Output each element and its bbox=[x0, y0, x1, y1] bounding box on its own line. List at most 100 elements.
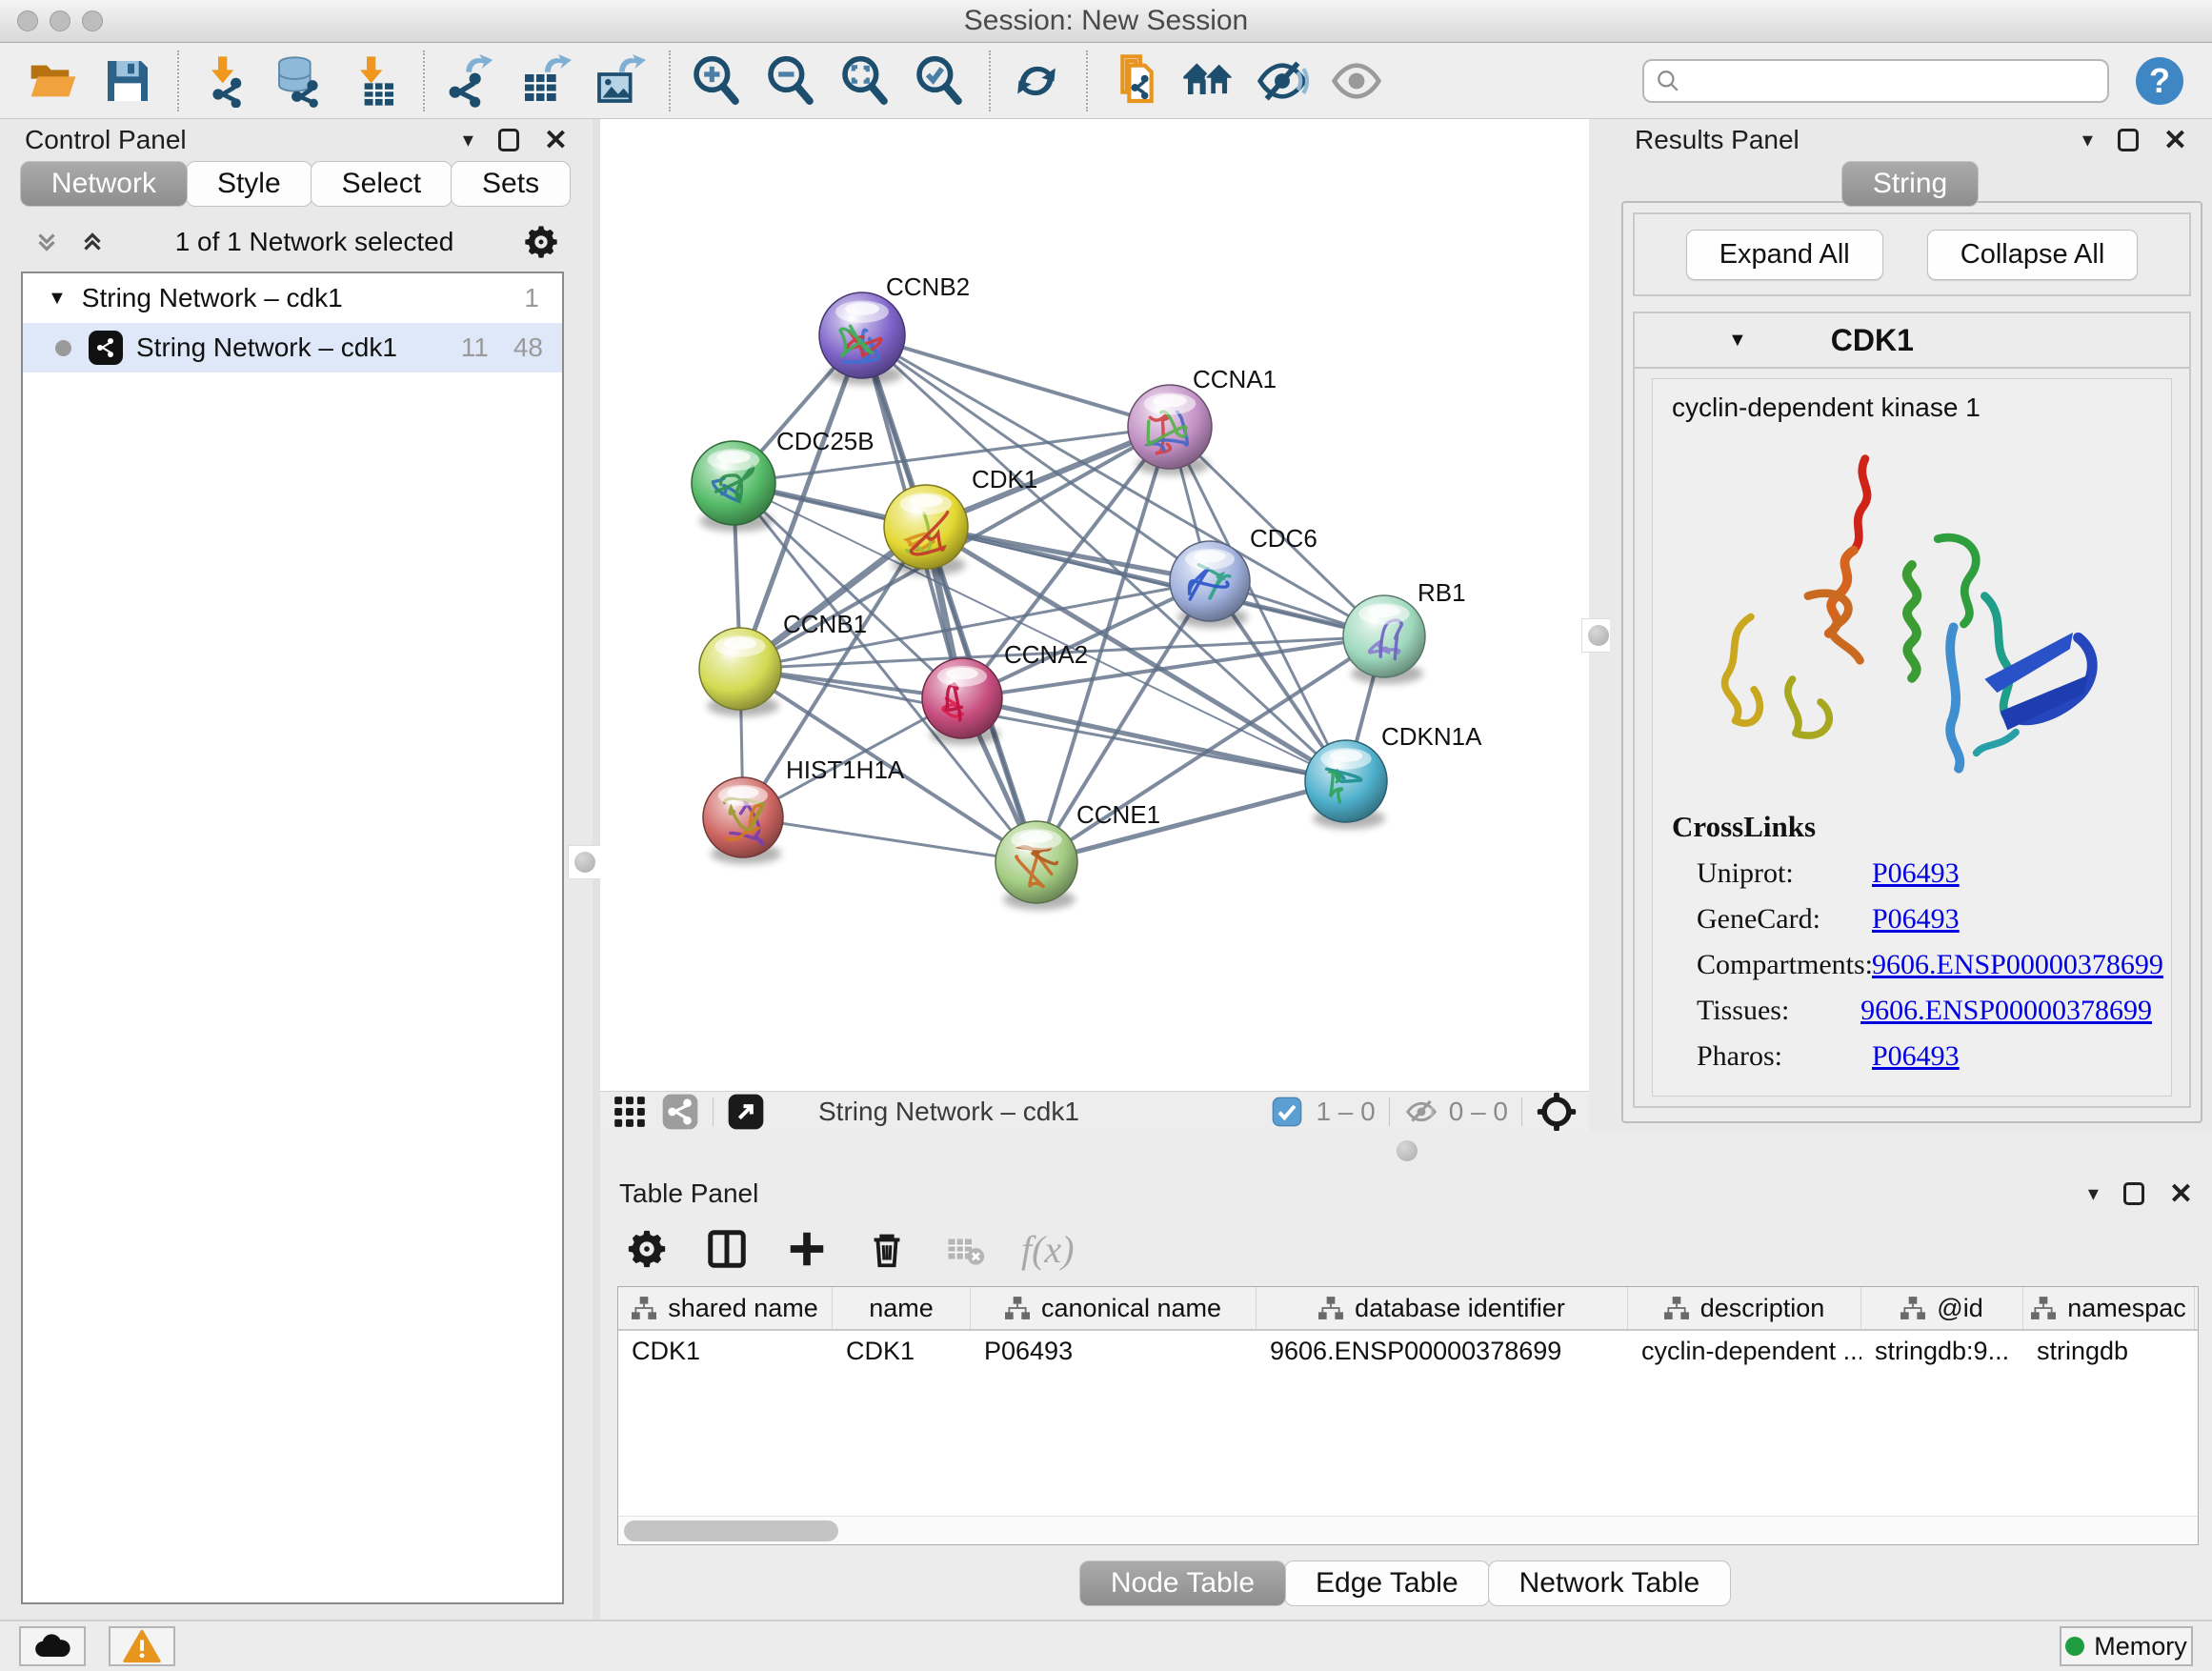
grid-mode-icon[interactable] bbox=[612, 1094, 648, 1130]
table-cell[interactable]: stringdb:9... bbox=[1861, 1331, 2023, 1373]
table-cell[interactable]: P06493 bbox=[971, 1331, 1257, 1373]
network-node-CCNA2[interactable] bbox=[922, 658, 1002, 745]
new-network-from-selection-button[interactable] bbox=[1103, 50, 1164, 111]
hide-selected-button[interactable] bbox=[1252, 50, 1313, 111]
birdseye-view-icon[interactable] bbox=[1536, 1091, 1578, 1133]
network-node-CCNA1[interactable] bbox=[1128, 385, 1212, 475]
zoom-selected-button[interactable] bbox=[909, 50, 970, 111]
crosslink-link[interactable]: P06493 bbox=[1872, 903, 1960, 936]
detach-view-icon[interactable] bbox=[727, 1093, 765, 1131]
panel-close-icon[interactable]: ✕ bbox=[544, 124, 568, 157]
panel-close-icon[interactable]: ✕ bbox=[2163, 124, 2187, 157]
search-icon bbox=[1656, 69, 1680, 93]
network-node-CDKN1A[interactable] bbox=[1305, 740, 1387, 829]
expand-all-icon[interactable] bbox=[78, 228, 107, 256]
panel-close-icon[interactable]: ✕ bbox=[2169, 1178, 2193, 1211]
memory-button[interactable]: Memory bbox=[2060, 1626, 2193, 1666]
table-cell[interactable]: CDK1 bbox=[618, 1331, 833, 1373]
panel-float-icon[interactable] bbox=[2118, 129, 2139, 151]
table-row[interactable]: CDK1CDK1P064939606.ENSP00000378699cyclin… bbox=[618, 1331, 2198, 1373]
table-cell[interactable]: CDK1 bbox=[833, 1331, 971, 1373]
network-node-CCNB2[interactable] bbox=[819, 292, 905, 385]
column-header-shared-name[interactable]: shared name bbox=[618, 1287, 833, 1329]
network-node-RB1[interactable] bbox=[1343, 595, 1425, 684]
column-header-canonical-name[interactable]: canonical name bbox=[971, 1287, 1257, 1329]
left-splitter[interactable] bbox=[593, 119, 600, 1620]
table-cell[interactable]: 9606.ENSP00000378699 bbox=[1257, 1331, 1628, 1373]
tree-expand-icon[interactable]: ▼ bbox=[48, 288, 67, 310]
apply-layout-button[interactable] bbox=[1006, 50, 1067, 111]
save-session-button[interactable] bbox=[97, 50, 158, 111]
first-neighbors-button[interactable] bbox=[1177, 50, 1238, 111]
import-table-file-button[interactable] bbox=[343, 50, 404, 111]
tab-network[interactable]: Network bbox=[20, 161, 188, 207]
search-box[interactable] bbox=[1642, 59, 2109, 103]
tab-node-table[interactable]: Node Table bbox=[1079, 1560, 1286, 1606]
tab-edge-table[interactable]: Edge Table bbox=[1284, 1560, 1490, 1606]
column-header-name[interactable]: name bbox=[833, 1287, 971, 1329]
column-header--id[interactable]: @id bbox=[1861, 1287, 2023, 1329]
table-options-gear-icon[interactable] bbox=[625, 1227, 669, 1271]
crosslink-link[interactable]: 9606.ENSP00000378699 bbox=[1860, 995, 2152, 1027]
show-all-button[interactable] bbox=[1326, 50, 1387, 111]
zoom-fit-button[interactable] bbox=[835, 50, 895, 111]
panel-collapse-icon[interactable]: ▾ bbox=[2088, 1181, 2099, 1206]
export-network-button[interactable] bbox=[440, 50, 501, 111]
crosslink-link[interactable]: 9606.ENSP00000378699 bbox=[1872, 949, 2163, 981]
tab-style[interactable]: Style bbox=[186, 161, 312, 207]
right-splitter[interactable] bbox=[1589, 119, 1610, 1131]
panel-collapse-icon[interactable]: ▾ bbox=[2082, 128, 2093, 152]
tab-sets[interactable]: Sets bbox=[451, 161, 571, 207]
network-options-gear-icon[interactable] bbox=[522, 223, 560, 261]
section-expand-icon[interactable]: ▼ bbox=[1728, 330, 1747, 352]
zoom-out-button[interactable] bbox=[760, 50, 821, 111]
network-node-CDC25B[interactable] bbox=[692, 441, 775, 532]
network-badge-icon[interactable] bbox=[661, 1093, 699, 1131]
search-input[interactable] bbox=[1690, 66, 2096, 95]
import-network-database-button[interactable] bbox=[269, 50, 330, 111]
left-splitter-handle[interactable] bbox=[568, 845, 602, 879]
table-cell[interactable]: stringdb bbox=[2023, 1331, 2195, 1373]
column-header-label: namespac bbox=[2067, 1294, 2186, 1323]
delete-column-icon[interactable] bbox=[865, 1227, 909, 1271]
horizontal-splitter-handle[interactable] bbox=[1391, 1135, 1423, 1167]
panel-float-icon[interactable] bbox=[498, 129, 519, 151]
column-header-description[interactable]: description bbox=[1628, 1287, 1861, 1329]
export-image-button[interactable] bbox=[589, 50, 650, 111]
network-view-canvas[interactable]: CCNB2CCNA1CDC25BCDK1CDC6RB1CCNB1CCNA2CDK… bbox=[600, 119, 1589, 1091]
selected-checkbox-icon[interactable] bbox=[1272, 1097, 1302, 1127]
network-collection-row[interactable]: ▼ String Network – cdk1 1 bbox=[23, 273, 562, 323]
network-node-CDC6[interactable] bbox=[1170, 541, 1250, 628]
crosslink-link[interactable]: P06493 bbox=[1872, 1040, 1960, 1073]
tab-string[interactable]: String bbox=[1841, 161, 1979, 207]
horizontal-splitter[interactable] bbox=[600, 1131, 2212, 1172]
column-header-namespac[interactable]: namespac bbox=[2023, 1287, 2195, 1329]
scrollbar-thumb[interactable] bbox=[624, 1520, 838, 1541]
crosslink-link[interactable]: P06493 bbox=[1872, 857, 1960, 890]
export-table-button[interactable] bbox=[514, 50, 575, 111]
node-details-header[interactable]: ▼ CDK1 bbox=[1635, 313, 2189, 369]
tab-network-table[interactable]: Network Table bbox=[1488, 1560, 1732, 1606]
import-network-file-button[interactable] bbox=[194, 50, 255, 111]
create-column-icon[interactable] bbox=[785, 1227, 829, 1271]
table-cell[interactable]: cyclin-dependent ... bbox=[1628, 1331, 1861, 1373]
warning-status-button[interactable] bbox=[109, 1626, 175, 1666]
network-node-HIST1H1A[interactable] bbox=[703, 777, 783, 864]
panel-collapse-icon[interactable]: ▾ bbox=[463, 128, 473, 152]
column-header-database-identifier[interactable]: database identifier bbox=[1257, 1287, 1628, 1329]
network-node-CCNE1[interactable] bbox=[995, 821, 1077, 910]
collapse-all-button[interactable]: Collapse All bbox=[1927, 230, 2139, 280]
tab-select[interactable]: Select bbox=[311, 161, 452, 207]
panel-float-icon[interactable] bbox=[2123, 1182, 2144, 1205]
show-columns-icon[interactable] bbox=[705, 1227, 749, 1271]
open-session-button[interactable] bbox=[23, 50, 84, 111]
cloud-status-button[interactable] bbox=[19, 1626, 86, 1666]
network-row-selected[interactable]: String Network – cdk1 11 48 bbox=[23, 323, 562, 372]
expand-all-button[interactable]: Expand All bbox=[1686, 230, 1883, 280]
zoom-in-button[interactable] bbox=[686, 50, 747, 111]
table-horizontal-scrollbar[interactable] bbox=[618, 1516, 2198, 1544]
help-button[interactable]: ? bbox=[2136, 57, 2183, 105]
network-node-CDK1[interactable] bbox=[884, 485, 968, 575]
collapse-all-icon[interactable] bbox=[32, 228, 61, 256]
network-node-CCNB1[interactable] bbox=[699, 628, 781, 716]
